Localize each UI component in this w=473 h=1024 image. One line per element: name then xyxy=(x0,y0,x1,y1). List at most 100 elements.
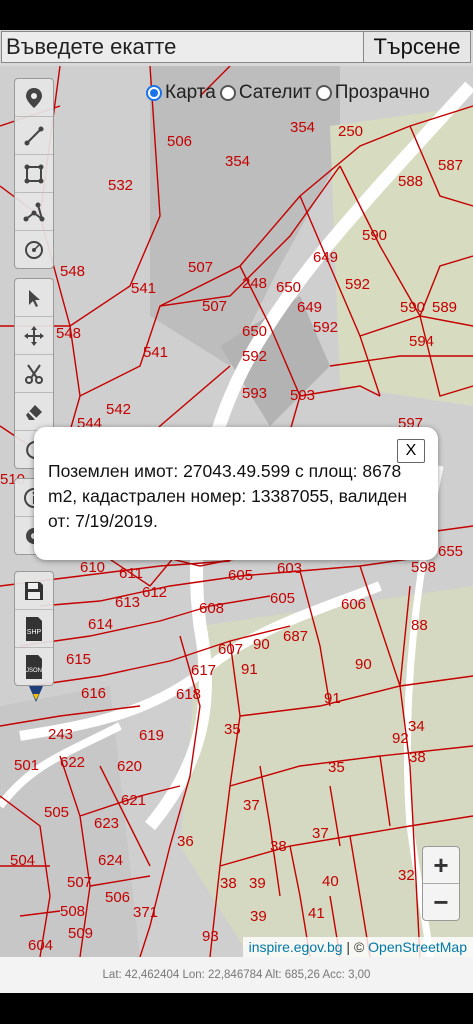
parcel-number-label: 611 xyxy=(119,565,143,582)
parcel-number-label: 687 xyxy=(283,628,308,645)
move-icon[interactable] xyxy=(15,317,53,355)
parcel-number-label: 90 xyxy=(355,656,372,673)
parcel-number-label: 623 xyxy=(94,815,119,832)
parcel-number-label: 35 xyxy=(328,759,345,776)
layer-map-label: Карта xyxy=(165,82,216,103)
search-button[interactable]: Търсене xyxy=(363,31,471,63)
layer-option-map[interactable]: Карта xyxy=(146,82,216,104)
parcel-number-label: 91 xyxy=(241,661,258,678)
parcel-number-label: 655 xyxy=(438,543,463,560)
draw-rectangle-icon[interactable] xyxy=(15,155,53,193)
parcel-number-label: 621 xyxy=(121,792,146,809)
parcel-number-label: 248 xyxy=(242,275,267,292)
parcel-number-label: 35 xyxy=(224,721,241,738)
parcel-number-label: 37 xyxy=(312,825,329,842)
parcel-number-label: 354 xyxy=(225,153,250,170)
parcel-number-label: 542 xyxy=(106,401,131,418)
parcel-number-label: 593 xyxy=(290,387,315,404)
zoom-in-button[interactable]: + xyxy=(423,847,459,884)
status-bar xyxy=(0,0,473,30)
parcel-number-label: 603 xyxy=(277,560,302,577)
location-marker-icon xyxy=(27,684,45,709)
parcel-number-label: 36 xyxy=(177,833,194,850)
draw-circle-icon[interactable] xyxy=(15,231,53,268)
parcel-number-label: 40 xyxy=(322,873,339,890)
parcel-number-label: 649 xyxy=(297,299,322,316)
parcel-number-label: 509 xyxy=(68,925,93,942)
parcel-number-label: 354 xyxy=(290,119,315,136)
parcel-number-label: 507 xyxy=(188,259,213,276)
location-pin-icon[interactable] xyxy=(15,79,53,117)
select-cursor-icon[interactable] xyxy=(15,279,53,317)
parcel-number-label: 93 xyxy=(202,928,219,945)
parcel-number-label: 608 xyxy=(199,600,224,617)
parcel-number-label: 615 xyxy=(66,651,91,668)
radio-satellite[interactable] xyxy=(219,85,236,101)
parcel-number-label: 616 xyxy=(81,685,106,702)
json-export-label: JSON xyxy=(26,668,42,674)
parcel-number-label: 650 xyxy=(276,279,301,296)
parcel-info-text: Поземлен имот: 27043.49.599 с площ: 8678… xyxy=(48,461,408,531)
layer-satellite-label: Сателит xyxy=(238,82,312,103)
cut-icon[interactable] xyxy=(15,355,53,393)
draw-polygon-icon[interactable] xyxy=(15,193,53,231)
parcel-number-label: 620 xyxy=(117,758,142,775)
parcel-number-label: 501 xyxy=(14,757,39,774)
parcel-number-label: 541 xyxy=(131,280,156,297)
radio-transparent[interactable] xyxy=(315,85,332,101)
parcel-number-label: 505 xyxy=(44,804,69,821)
parcel-number-label: 88 xyxy=(411,617,428,634)
parcel-number-label: 507 xyxy=(202,298,227,315)
eraser-icon[interactable] xyxy=(15,393,53,431)
inspire-link[interactable]: inspire.egov.bg xyxy=(249,939,343,955)
layer-option-satellite[interactable]: Сателит xyxy=(219,82,312,104)
layer-option-transparent[interactable]: Прозрачно xyxy=(315,82,430,104)
openstreetmap-link[interactable]: OpenStreetMap xyxy=(368,939,467,955)
parcel-number-label: 605 xyxy=(228,567,253,584)
parcel-number-label: 34 xyxy=(408,718,425,735)
parcel-number-label: 37 xyxy=(243,797,260,814)
json-export-icon[interactable]: JSON xyxy=(15,648,53,685)
parcel-number-label: 91 xyxy=(324,690,341,707)
ekatte-search-input[interactable] xyxy=(1,31,366,63)
parcel-number-label: 90 xyxy=(253,636,270,653)
parcel-number-label: 606 xyxy=(341,596,366,613)
parcel-number-label: 532 xyxy=(108,177,133,194)
parcel-number-label: 592 xyxy=(313,319,338,336)
parcel-number-label: 507 xyxy=(67,874,92,891)
parcel-number-label: 39 xyxy=(250,908,267,925)
parcel-number-label: 607 xyxy=(218,641,243,658)
parcel-number-label: 592 xyxy=(345,276,370,293)
parcel-number-label: 592 xyxy=(242,348,267,365)
parcel-number-label: 588 xyxy=(398,173,423,190)
parcel-number-label: 598 xyxy=(411,559,436,576)
parcel-number-label: 250 xyxy=(338,123,363,140)
parcel-number-label: 619 xyxy=(139,727,164,744)
parcel-number-label: 504 xyxy=(10,852,35,869)
parcel-number-label: 649 xyxy=(313,249,338,266)
parcel-number-label: 594 xyxy=(409,333,434,350)
parcel-number-label: 371 xyxy=(133,904,158,921)
parcel-number-label: 604 xyxy=(28,937,53,954)
parcel-number-label: 593 xyxy=(242,385,267,402)
draw-line-icon[interactable] xyxy=(15,117,53,155)
shp-export-icon[interactable]: SHP xyxy=(15,610,53,648)
parcel-number-label: 614 xyxy=(88,616,113,633)
parcel-number-label: 506 xyxy=(167,133,192,150)
parcel-number-label: 548 xyxy=(60,263,85,280)
parcel-number-label: 590 xyxy=(400,299,425,316)
navigation-bar xyxy=(0,993,473,1024)
zoom-control: + − xyxy=(422,846,460,921)
parcel-number-label: 32 xyxy=(398,867,415,884)
attribution-separator: | © xyxy=(342,939,369,955)
parcel-number-label: 617 xyxy=(191,662,216,679)
parcel-number-label: 589 xyxy=(432,299,457,316)
parcel-number-label: 41 xyxy=(308,905,325,922)
parcel-number-label: 613 xyxy=(115,594,140,611)
zoom-out-button[interactable]: − xyxy=(423,884,459,920)
radio-map[interactable] xyxy=(146,85,162,101)
parcel-number-label: 38 xyxy=(270,838,287,855)
shp-export-label: SHP xyxy=(27,629,42,636)
save-icon[interactable] xyxy=(15,572,53,610)
map-attribution: inspire.egov.bg | © OpenStreetMap xyxy=(242,937,473,957)
